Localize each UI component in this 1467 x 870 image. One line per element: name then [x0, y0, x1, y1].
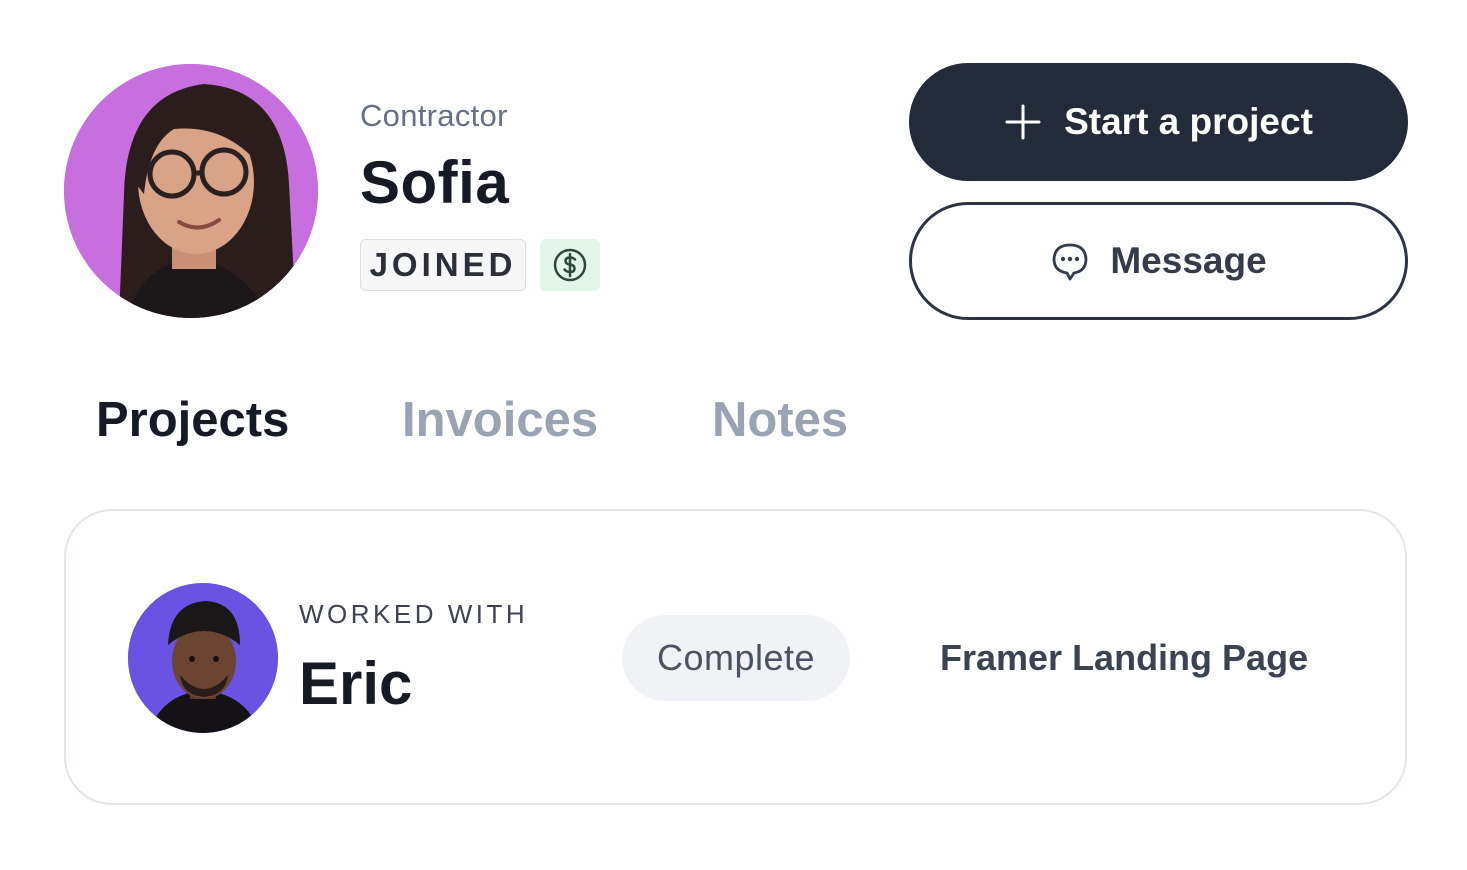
profile-role: Contractor	[360, 98, 508, 133]
collaborator-avatar	[128, 583, 278, 733]
profile-avatar	[64, 64, 318, 318]
tab-projects[interactable]: Projects	[96, 392, 289, 448]
worked-with-label: WORKED WITH	[299, 599, 529, 629]
collaborator-name: Eric	[299, 650, 413, 717]
dollar-circle-icon	[553, 248, 587, 282]
project-title[interactable]: Framer Landing Page	[940, 637, 1308, 679]
plus-icon	[1005, 104, 1041, 140]
start-project-label: Start a project	[1064, 101, 1313, 142]
profile-photo	[64, 64, 318, 318]
tab-invoices[interactable]: Invoices	[402, 392, 598, 448]
start-project-button[interactable]: Start a project	[909, 63, 1408, 181]
status-badge: Complete	[622, 615, 850, 701]
chat-bubble-icon	[1052, 243, 1088, 281]
payment-badge	[540, 239, 600, 291]
tab-notes[interactable]: Notes	[712, 392, 848, 448]
project-card[interactable]: WORKED WITH Eric Complete Framer Landing…	[64, 509, 1407, 805]
message-label: Message	[1110, 240, 1267, 281]
message-button[interactable]: Message	[909, 202, 1408, 320]
joined-badge: JOINED	[360, 239, 526, 291]
collaborator-photo	[128, 583, 278, 733]
profile-name: Sofia	[360, 149, 510, 216]
